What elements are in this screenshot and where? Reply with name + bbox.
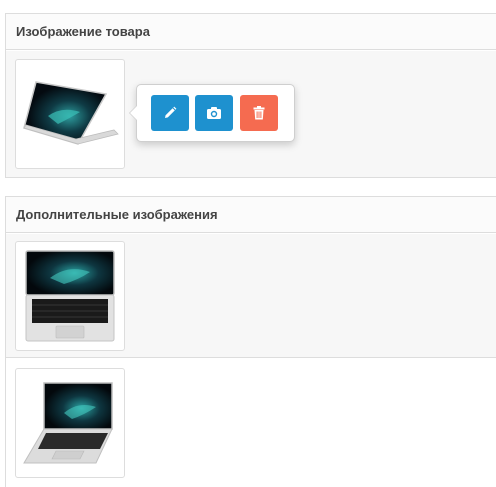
main-product-image-thumbnail[interactable] — [15, 59, 125, 169]
pencil-icon — [165, 106, 177, 118]
upload-image-button[interactable] — [195, 95, 233, 131]
edit-image-button[interactable] — [151, 95, 189, 131]
camera-icon — [207, 107, 221, 119]
laptop-tent-image — [23, 81, 119, 145]
additional-image-thumbnail-2[interactable] — [15, 368, 125, 478]
additional-images-panel-title: Дополнительные изображения — [6, 197, 496, 233]
laptop-open-image — [25, 250, 115, 342]
trash-icon — [253, 106, 265, 120]
laptop-angled-image — [23, 382, 113, 464]
additional-image-thumbnail-1[interactable] — [15, 241, 125, 351]
popover-arrow — [129, 105, 137, 121]
main-image-panel-title: Изображение товара — [6, 14, 496, 50]
image-action-popover — [129, 84, 295, 142]
delete-image-button[interactable] — [240, 95, 278, 131]
